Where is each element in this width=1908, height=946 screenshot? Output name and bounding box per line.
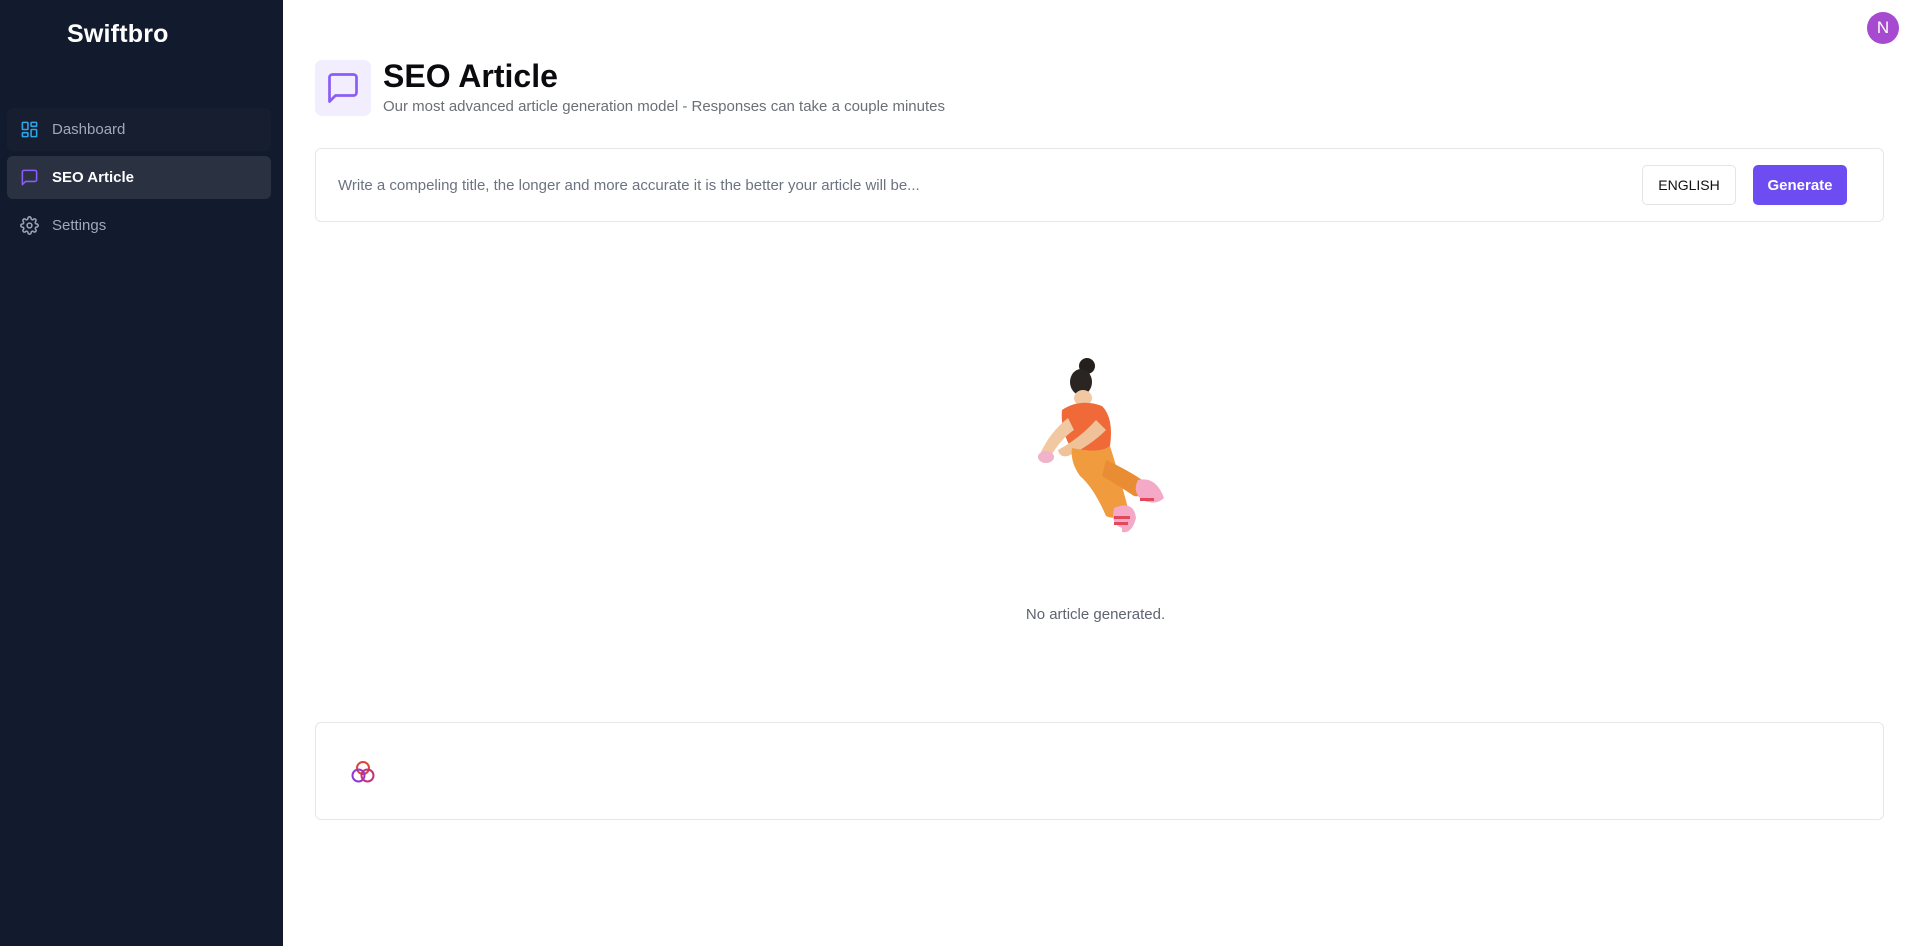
- page-subtitle: Our most advanced article generation mod…: [383, 98, 945, 115]
- floating-person-illustration: [1010, 358, 1185, 576]
- sidebar-nav: Dashboard SEO Article Settings: [7, 108, 271, 252]
- sidebar-item-label: Dashboard: [52, 121, 126, 138]
- interlocking-rings-logo-icon: [350, 759, 376, 785]
- sidebar-item-label: SEO Article: [52, 169, 134, 186]
- sidebar: Swiftbro Dashboard SEO Article Settings: [0, 0, 283, 946]
- prompt-form: ENGLISH Generate: [315, 148, 1884, 222]
- brand-logo[interactable]: Swiftbro: [67, 20, 169, 49]
- message-square-icon: [325, 70, 361, 106]
- message-square-icon: [20, 168, 39, 187]
- empty-state-message: No article generated.: [0, 606, 1908, 623]
- sidebar-item-label: Settings: [52, 217, 107, 234]
- gear-icon: [20, 216, 39, 235]
- article-title-input[interactable]: [338, 169, 1618, 201]
- page-title: SEO Article: [383, 58, 558, 94]
- dashboard-grid-icon: [20, 120, 39, 139]
- sidebar-item-seo-article[interactable]: SEO Article: [7, 156, 271, 199]
- language-select-button[interactable]: ENGLISH: [1642, 165, 1736, 205]
- generate-button[interactable]: Generate: [1753, 165, 1847, 205]
- app-root: Swiftbro Dashboard SEO Article Settings …: [0, 0, 1908, 946]
- page-icon-badge: [315, 60, 371, 116]
- sidebar-item-dashboard[interactable]: Dashboard: [7, 108, 271, 151]
- sidebar-item-settings[interactable]: Settings: [7, 204, 271, 247]
- empty-state-text: No article generated.: [1025, 606, 1166, 623]
- user-avatar[interactable]: N: [1867, 12, 1899, 44]
- article-output-panel: [315, 722, 1884, 820]
